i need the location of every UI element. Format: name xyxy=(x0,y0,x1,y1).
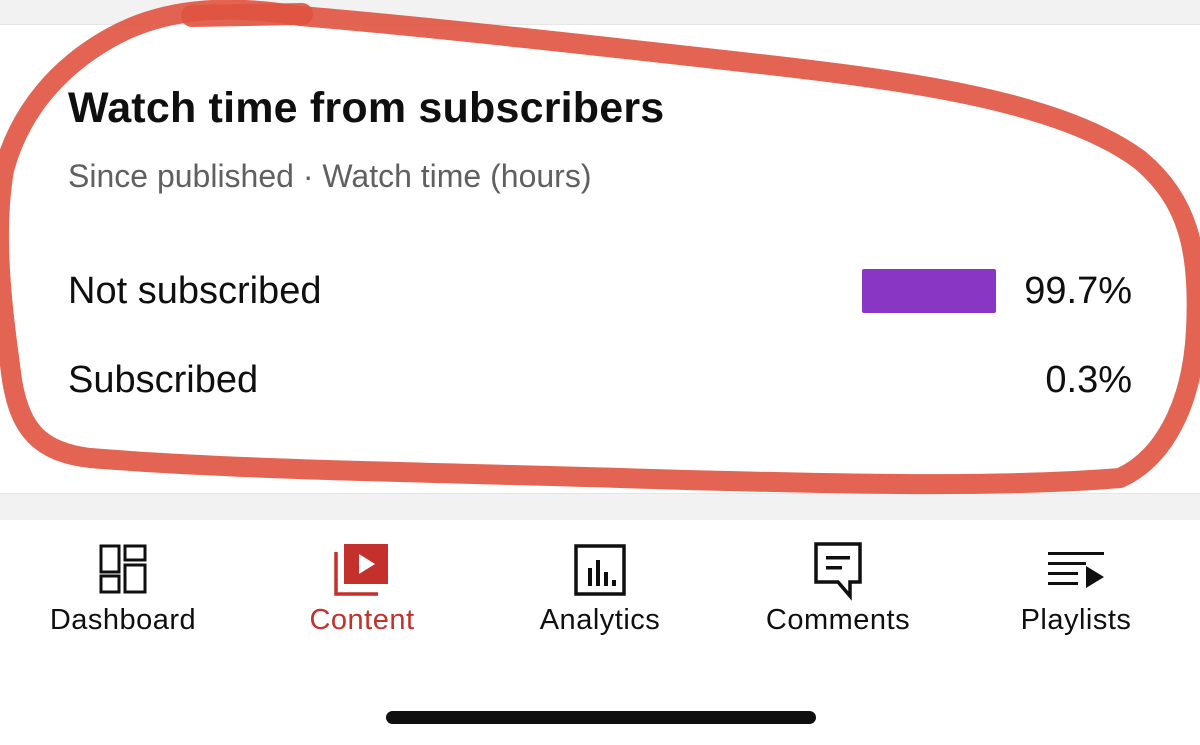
row-bar-track xyxy=(862,269,996,313)
nav-item-analytics[interactable]: Analytics xyxy=(480,534,720,664)
analytics-icon xyxy=(574,544,626,596)
nav-label: Analytics xyxy=(539,604,661,636)
nav-item-comments[interactable]: Comments xyxy=(718,534,958,664)
nav-label: Playlists xyxy=(1020,604,1132,636)
dashboard-icon xyxy=(99,544,147,594)
row-label: Not subscribed xyxy=(68,270,322,312)
card-title: Watch time from subscribers xyxy=(68,84,665,132)
playlists-icon xyxy=(1048,552,1104,588)
row-not-subscribed: Not subscribed 99.7% xyxy=(68,267,1132,315)
row-subscribed: Subscribed 0.3% xyxy=(68,356,1132,404)
row-value: 99.7% xyxy=(1024,270,1132,312)
card-subtitle: Since published · Watch time (hours) xyxy=(68,158,592,194)
row-bar-track xyxy=(862,358,996,402)
nav-item-dashboard[interactable]: Dashboard xyxy=(3,534,243,664)
row-bar xyxy=(862,269,996,313)
nav-label: Content xyxy=(309,604,415,636)
row-value: 0.3% xyxy=(1045,359,1132,401)
top-divider xyxy=(0,0,1200,25)
section-divider xyxy=(0,493,1200,521)
comments-icon xyxy=(814,542,862,601)
content-icon xyxy=(334,544,388,596)
nav-label: Comments xyxy=(765,604,911,636)
home-indicator[interactable] xyxy=(386,711,816,724)
nav-item-playlists[interactable]: Playlists xyxy=(956,534,1196,664)
nav-label: Dashboard xyxy=(49,604,197,636)
nav-item-content[interactable]: Content xyxy=(242,534,482,664)
row-label: Subscribed xyxy=(68,359,259,401)
screen: Watch time from subscribers Since publis… xyxy=(0,0,1200,745)
